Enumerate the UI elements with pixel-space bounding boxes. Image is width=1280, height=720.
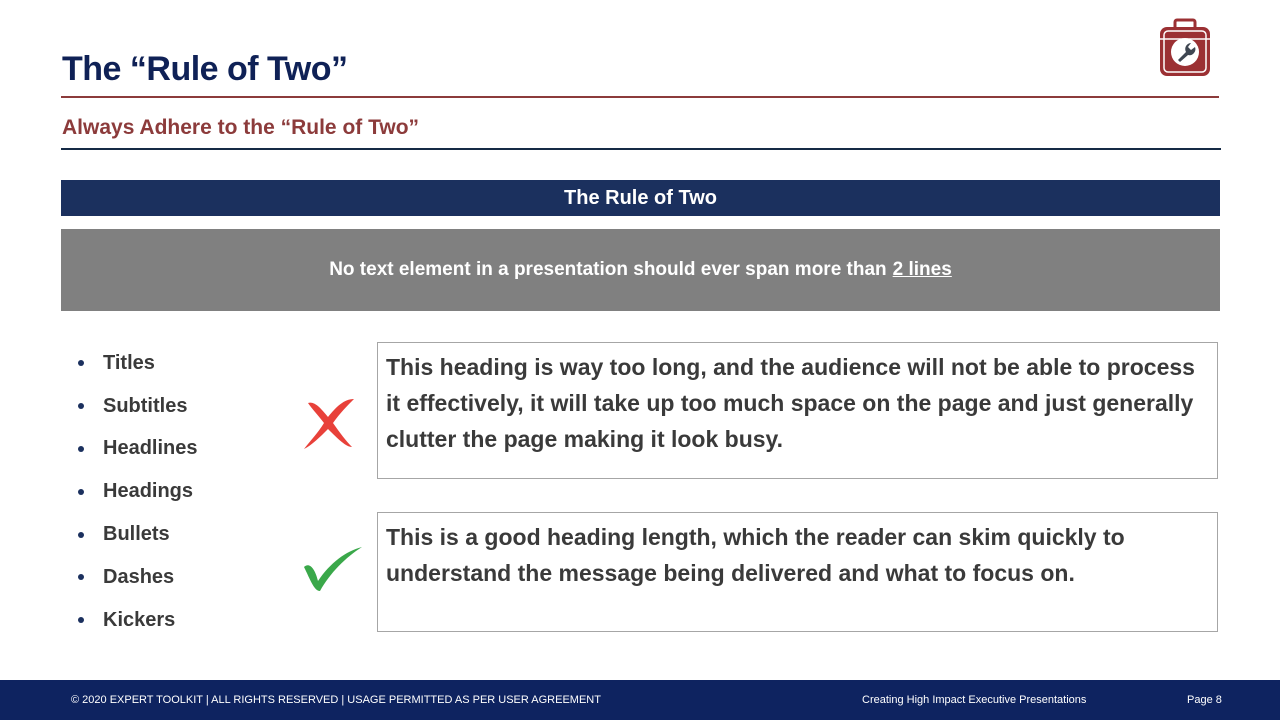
- footer-bar: © 2020 EXPERT TOOLKIT | ALL RIGHTS RESER…: [0, 680, 1280, 720]
- bullet-icon: [78, 403, 84, 410]
- text-element-list: Titles Subtitles Headlines Headings Bull…: [78, 342, 197, 642]
- green-check-icon: [304, 547, 362, 591]
- list-item: Dashes: [78, 556, 197, 599]
- subtitle-divider: [61, 148, 1221, 150]
- footer-copyright: © 2020 EXPERT TOOLKIT | ALL RIGHTS RESER…: [71, 694, 601, 706]
- list-item: Headlines: [78, 428, 197, 471]
- list-item: Headings: [78, 470, 197, 513]
- rule-statement: No text element in a presentation should…: [61, 229, 1220, 311]
- bad-heading-example: This heading is way too long, and the au…: [377, 342, 1218, 479]
- rule-emphasis: 2 lines: [892, 259, 952, 280]
- list-item: Subtitles: [78, 385, 197, 428]
- footer-deck-title: Creating High Impact Executive Presentat…: [862, 694, 1087, 706]
- bad-heading-text: This heading is way too long, and the au…: [386, 354, 1195, 452]
- bullet-icon: [78, 531, 84, 538]
- list-item: Kickers: [78, 599, 197, 642]
- bullet-icon: [78, 617, 84, 624]
- bullet-icon: [78, 488, 84, 495]
- title-divider: [61, 96, 1219, 98]
- red-x-icon: [304, 399, 354, 449]
- page-number: Page 8: [1187, 694, 1222, 706]
- bullet-icon: [78, 445, 84, 452]
- page-subtitle: Always Adhere to the “Rule of Two”: [62, 116, 420, 139]
- banner-label: The Rule of Two: [564, 186, 717, 209]
- section-banner: The Rule of Two: [61, 180, 1220, 216]
- good-heading-example: This is a good heading length, which the…: [377, 512, 1218, 632]
- rule-text: No text element in a presentation should…: [329, 259, 887, 280]
- list-item: Bullets: [78, 513, 197, 556]
- page-title: The “Rule of Two”: [62, 50, 348, 88]
- toolbox-wrench-icon: [1160, 18, 1210, 76]
- good-heading-text: This is a good heading length, which the…: [386, 524, 1125, 586]
- bullet-icon: [78, 574, 84, 581]
- bullet-icon: [78, 360, 84, 367]
- list-item: Titles: [78, 342, 197, 385]
